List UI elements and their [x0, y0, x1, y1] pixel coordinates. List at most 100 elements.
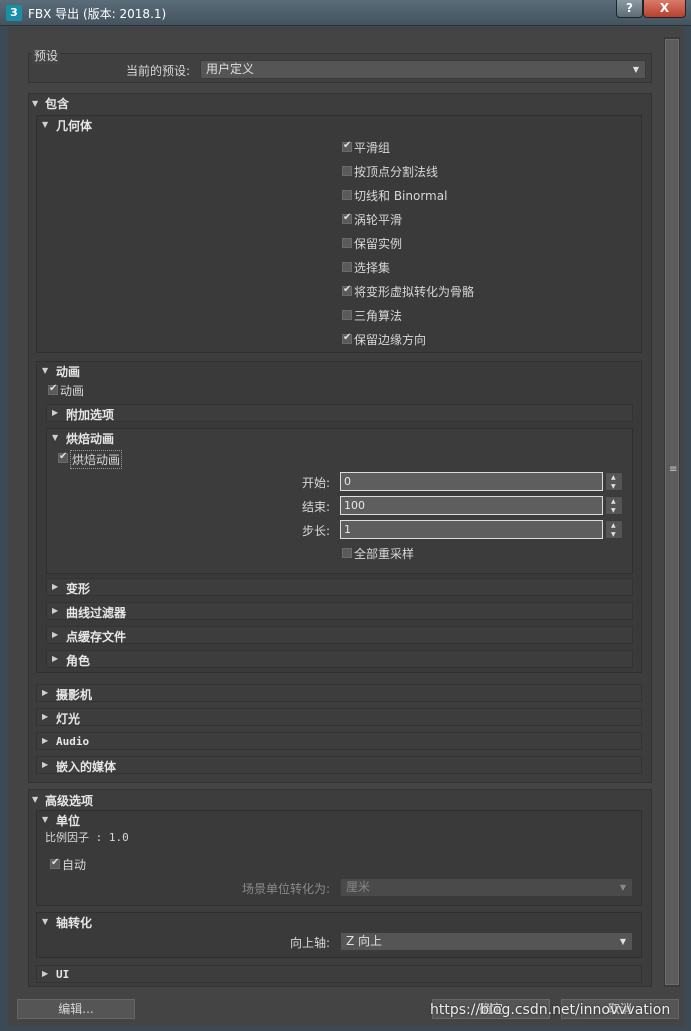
up-axis-value: Z 向上 [346, 934, 383, 948]
character-header[interactable]: 角色 [66, 652, 90, 669]
step-field[interactable]: 1 [340, 520, 603, 539]
end-field[interactable]: 100 [340, 496, 603, 515]
preset-dropdown[interactable]: 用户定义 ▼ [200, 60, 646, 79]
title-bar: 3 FBX 导出 (版本: 2018.1) ? X [0, 0, 691, 26]
camera-header[interactable]: 摄影机 [56, 686, 92, 703]
collapsed-arrow-icon[interactable]: ▶ [52, 606, 58, 615]
expand-arrow-icon[interactable]: ▼ [42, 366, 48, 375]
geometry-header[interactable]: 几何体 [56, 117, 92, 134]
animation-checkbox-label[interactable]: 动画 [60, 382, 84, 399]
expand-arrow-icon[interactable]: ▼ [32, 795, 38, 804]
geometry-option-checkbox[interactable] [342, 190, 352, 200]
collapsed-arrow-icon[interactable]: ▶ [42, 736, 48, 745]
bake-animation-header[interactable]: 烘焙动画 [66, 430, 114, 447]
geometry-option-label[interactable]: 保留实例 [354, 235, 402, 252]
dialog-client: ≡ 预设 当前的预设: 用户定义 ▼ ▼ 包含 ▼ 几何体 ▼ 动画 动画 ▶ … [8, 27, 684, 1026]
extra-options-rollout[interactable] [46, 404, 633, 422]
step-label: 步长: [302, 524, 331, 538]
up-axis-dropdown[interactable]: Z 向上 ▼ [340, 932, 633, 951]
auto-units-label[interactable]: 自动 [62, 856, 86, 873]
audio-rollout[interactable] [36, 732, 642, 750]
resample-label[interactable]: 全部重采样 [354, 545, 414, 562]
ui-rollout[interactable] [36, 965, 642, 983]
animation-checkbox[interactable] [48, 383, 58, 395]
geometry-option-label[interactable]: 保留边缘方向 [354, 331, 426, 348]
expand-arrow-icon[interactable]: ▼ [32, 99, 38, 108]
units-header[interactable]: 单位 [56, 812, 80, 829]
point-cache-header[interactable]: 点缓存文件 [66, 628, 126, 645]
convert-units-value: 厘米 [346, 880, 371, 894]
edit-button[interactable]: 编辑... [17, 999, 135, 1019]
collapsed-arrow-icon[interactable]: ▶ [52, 582, 58, 591]
ui-header[interactable]: UI [56, 968, 69, 981]
light-rollout[interactable] [36, 708, 642, 726]
chevron-down-icon: ▼ [632, 65, 639, 74]
bake-animation-checkbox[interactable] [58, 451, 68, 463]
embed-media-header[interactable]: 嵌入的媒体 [56, 758, 116, 775]
geometry-option-checkbox[interactable] [342, 262, 352, 272]
geometry-option-label[interactable]: 涡轮平滑 [354, 211, 402, 228]
preset-value: 用户定义 [206, 62, 255, 76]
character-rollout[interactable] [46, 650, 633, 668]
geometry-option-checkbox[interactable] [342, 140, 352, 152]
geometry-rollout [36, 115, 642, 353]
geometry-option-checkbox[interactable] [342, 310, 352, 320]
camera-rollout[interactable] [36, 684, 642, 702]
deform-rollout[interactable] [46, 578, 633, 596]
geometry-option-label[interactable]: 切线和 Binormal [354, 187, 447, 204]
close-button[interactable]: X [643, 0, 686, 18]
collapsed-arrow-icon[interactable]: ▶ [52, 654, 58, 663]
geometry-option-label[interactable]: 将变形虚拟转化为骨骼 [354, 283, 474, 300]
light-header[interactable]: 灯光 [56, 710, 80, 727]
collapsed-arrow-icon[interactable]: ▶ [52, 630, 58, 639]
scrollbar[interactable]: ≡ [664, 37, 680, 987]
up-axis-label: 向上轴: [290, 936, 331, 950]
help-button[interactable]: ? [616, 0, 643, 18]
geometry-option-checkbox[interactable] [342, 238, 352, 248]
start-field[interactable]: 0 [340, 472, 603, 491]
preset-group-label: 预设 [32, 47, 61, 64]
advanced-header[interactable]: 高级选项 [45, 792, 93, 809]
geometry-option-label[interactable]: 按顶点分割法线 [354, 163, 438, 180]
point-cache-rollout[interactable] [46, 626, 633, 644]
audio-header[interactable]: Audio [56, 735, 89, 748]
resample-checkbox[interactable] [342, 548, 352, 558]
current-preset-label: 当前的预设: [126, 64, 191, 78]
geometry-option-checkbox[interactable] [342, 166, 352, 176]
extra-options-header[interactable]: 附加选项 [66, 406, 114, 423]
embed-media-rollout[interactable] [36, 756, 642, 774]
expand-arrow-icon[interactable]: ▼ [42, 120, 48, 129]
curve-filter-rollout[interactable] [46, 602, 633, 620]
geometry-option-checkbox[interactable] [342, 212, 352, 224]
geometry-option-label[interactable]: 三角算法 [354, 307, 402, 324]
animation-header[interactable]: 动画 [56, 363, 80, 380]
expand-arrow-icon[interactable]: ▼ [42, 917, 48, 926]
end-label: 结束: [302, 500, 331, 514]
expand-arrow-icon[interactable]: ▼ [52, 433, 58, 442]
geometry-option-checkbox[interactable] [342, 332, 352, 344]
step-spinner[interactable]: ▲ ▼ [605, 520, 623, 539]
geometry-option-checkbox[interactable] [342, 284, 352, 296]
include-header[interactable]: 包含 [45, 95, 69, 112]
start-spinner[interactable]: ▲ ▼ [605, 472, 623, 491]
app-icon: 3 [6, 5, 22, 21]
expand-arrow-icon[interactable]: ▼ [42, 815, 48, 824]
end-spinner[interactable]: ▲ ▼ [605, 496, 623, 515]
collapsed-arrow-icon[interactable]: ▶ [42, 688, 48, 697]
bake-animation-checkbox-label[interactable]: 烘焙动画 [70, 450, 123, 469]
convert-units-dropdown: 厘米 ▼ [340, 878, 633, 897]
auto-units-checkbox[interactable] [50, 857, 60, 869]
scrollbar-thumb[interactable]: ≡ [665, 39, 679, 985]
geometry-option-label[interactable]: 平滑组 [354, 139, 390, 156]
curve-filter-header[interactable]: 曲线过滤器 [66, 604, 126, 621]
geometry-option-label[interactable]: 选择集 [354, 259, 390, 276]
collapsed-arrow-icon[interactable]: ▶ [42, 969, 48, 978]
collapsed-arrow-icon[interactable]: ▶ [42, 760, 48, 769]
collapsed-arrow-icon[interactable]: ▶ [42, 712, 48, 721]
scale-factor-label: 比例因子 : 1.0 [45, 831, 129, 844]
deform-header[interactable]: 变形 [66, 580, 90, 597]
start-label: 开始: [302, 476, 331, 490]
axis-conversion-header[interactable]: 轴转化 [56, 914, 92, 931]
collapsed-arrow-icon[interactable]: ▶ [52, 408, 58, 417]
grip-icon: ≡ [669, 464, 678, 475]
